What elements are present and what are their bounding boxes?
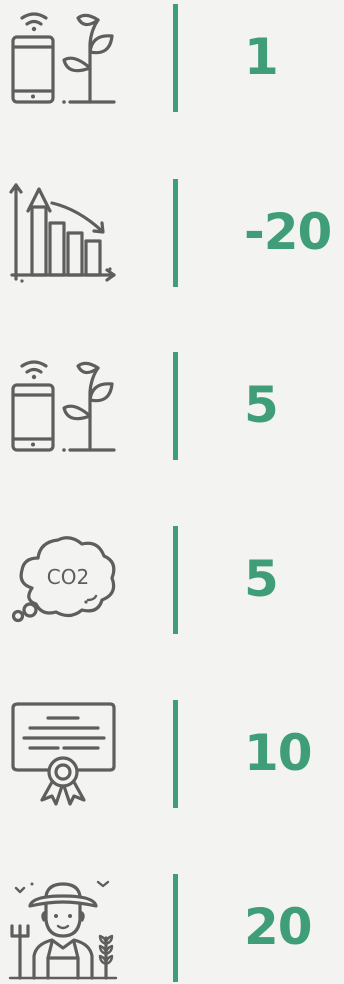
stat-row-1: 1 xyxy=(0,2,344,112)
smart-farming-phone-plant-icon xyxy=(8,352,120,458)
stat-row-5: 10 xyxy=(0,698,344,808)
stat-value: 10 xyxy=(244,724,313,782)
stat-row-6: 20 xyxy=(0,872,344,982)
stat-value: 20 xyxy=(244,898,313,956)
co2-label: CO2 xyxy=(47,565,89,589)
certificate-icon xyxy=(8,700,120,806)
stat-divider xyxy=(173,179,178,287)
stat-divider xyxy=(173,526,178,634)
stat-row-2: -20 xyxy=(0,177,344,287)
co2-cloud-icon: CO2 xyxy=(8,526,120,632)
stat-divider xyxy=(173,352,178,460)
stat-value: 5 xyxy=(244,376,279,434)
stat-divider xyxy=(173,700,178,808)
stat-divider xyxy=(173,4,178,112)
stat-value: 1 xyxy=(244,28,279,86)
farmer-icon xyxy=(8,874,120,980)
stat-value: -20 xyxy=(244,203,332,261)
stat-row-3: 5 xyxy=(0,350,344,460)
stat-row-4: CO2 5 xyxy=(0,524,344,634)
stats-list: 1 -20 5 CO2 5 10 20 xyxy=(0,0,344,984)
stat-value: 5 xyxy=(244,550,279,608)
smart-farming-phone-plant-icon xyxy=(8,4,120,110)
declining-bar-chart-icon xyxy=(8,179,120,285)
stat-divider xyxy=(173,874,178,982)
